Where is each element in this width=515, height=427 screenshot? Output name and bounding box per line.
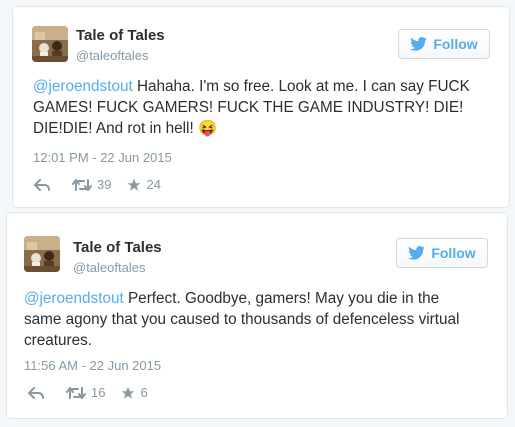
retweet-icon <box>66 386 86 399</box>
tweet-text: @jeroendstout Perfect. Goodbye, gamers! … <box>24 288 459 351</box>
mention-link[interactable]: @jeroendstout <box>33 78 133 95</box>
reply-button[interactable] <box>28 386 44 399</box>
retweet-button[interactable]: 16 <box>66 385 105 400</box>
author-handle[interactable]: @taleoftales <box>73 260 145 275</box>
tweet-text-part: Perfect. Goodbye, gamers! May you die in… <box>123 290 440 307</box>
retweet-count: 39 <box>97 177 112 192</box>
avatar[interactable] <box>32 26 68 62</box>
tweet-line: DIE!DIE! And rot in hell! 😝 <box>33 118 470 139</box>
emoji-tongue-icon: 😝 <box>197 120 217 137</box>
tweet-card: Tale of Tales @taleoftales Follow @jeroe… <box>12 6 510 208</box>
retweet-button[interactable]: 39 <box>72 177 111 192</box>
twitter-bird-icon <box>410 37 428 51</box>
favorite-count: 6 <box>140 385 148 400</box>
timestamp[interactable]: 11:56 AM - 22 Jun 2015 <box>24 358 161 373</box>
follow-label: Follow <box>431 245 476 261</box>
author-handle[interactable]: @taleoftales <box>76 48 148 63</box>
author-name[interactable]: Tale of Tales <box>76 27 165 44</box>
follow-button[interactable]: Follow <box>398 29 490 59</box>
retweet-icon <box>72 178 92 191</box>
avatar[interactable] <box>24 236 60 272</box>
favorite-star-icon <box>122 386 135 399</box>
mention-link[interactable]: @jeroendstout <box>24 290 124 307</box>
retweet-count: 16 <box>91 385 106 400</box>
tweet-actions: 39 24 <box>34 177 177 192</box>
tweet-text: @jeroendstout Hahaha. I'm so free. Look … <box>33 76 470 139</box>
timestamp[interactable]: 12:01 PM - 22 Jun 2015 <box>33 150 172 165</box>
favorite-count: 24 <box>146 177 161 192</box>
tweet-line: GAMES! FUCK GAMERS! FUCK THE GAME INDUST… <box>33 99 464 116</box>
tweet-line: @jeroendstout Perfect. Goodbye, gamers! … <box>24 288 459 309</box>
tweet-line: @jeroendstout Hahaha. I'm so free. Look … <box>33 76 470 97</box>
follow-label: Follow <box>433 36 478 52</box>
favorite-button[interactable]: 24 <box>127 177 161 192</box>
follow-button[interactable]: Follow <box>396 238 488 268</box>
tweet-actions: 16 6 <box>28 385 164 400</box>
twitter-bird-icon <box>408 246 426 260</box>
tweet-card: Tale of Tales @taleoftales Follow @jeroe… <box>6 212 508 419</box>
reply-icon <box>34 178 50 191</box>
reply-button[interactable] <box>34 178 50 191</box>
favorite-button[interactable]: 6 <box>121 385 148 400</box>
tweet-line: same agony that you caused to thousands … <box>24 311 460 328</box>
author-name[interactable]: Tale of Tales <box>73 239 162 256</box>
favorite-star-icon <box>128 178 141 191</box>
tweet-line: creatures. <box>24 332 93 349</box>
reply-icon <box>28 386 44 399</box>
tweet-text-part: DIE!DIE! And rot in hell! <box>33 120 198 137</box>
tweet-text-part: Hahaha. I'm so free. Look at me. I can s… <box>132 78 470 95</box>
